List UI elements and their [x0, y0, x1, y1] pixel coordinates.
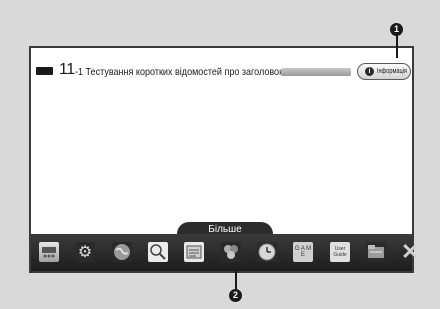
info-icon: i	[365, 67, 374, 76]
channel-type-icon	[36, 67, 53, 75]
bottom-toolbar: ⚙ G A M E User Guide ✕	[31, 234, 419, 271]
photo-apps-icon[interactable]	[221, 242, 241, 262]
program-progress-bar	[281, 68, 351, 76]
callout-1-badge: 1	[390, 23, 403, 36]
close-icon[interactable]: ✕	[401, 237, 419, 267]
tv-screen: 11 -1 Тестування коротких відомостей про…	[29, 46, 419, 273]
internet-globe-icon[interactable]	[112, 242, 132, 262]
game-icon[interactable]: G A M E	[293, 242, 313, 262]
callout-2-badge: 2	[229, 289, 242, 302]
media-folder-icon[interactable]	[366, 242, 386, 262]
channel-info-banner: 11 -1 Тестування коротких відомостей про…	[31, 60, 412, 82]
program-title: -1 Тестування коротких відомостей про за…	[75, 66, 291, 78]
channel-number: 11	[59, 61, 75, 78]
clock-icon[interactable]	[257, 242, 277, 262]
tv-channel-icon[interactable]	[39, 242, 59, 262]
info-button-label: Інформація	[377, 68, 407, 75]
tv-schedule-icon[interactable]	[184, 242, 204, 262]
info-button[interactable]: i Інформація	[357, 63, 411, 80]
user-guide-icon[interactable]: User Guide	[330, 242, 350, 262]
settings-gear-icon[interactable]: ⚙	[75, 242, 95, 262]
search-icon[interactable]	[148, 242, 168, 262]
